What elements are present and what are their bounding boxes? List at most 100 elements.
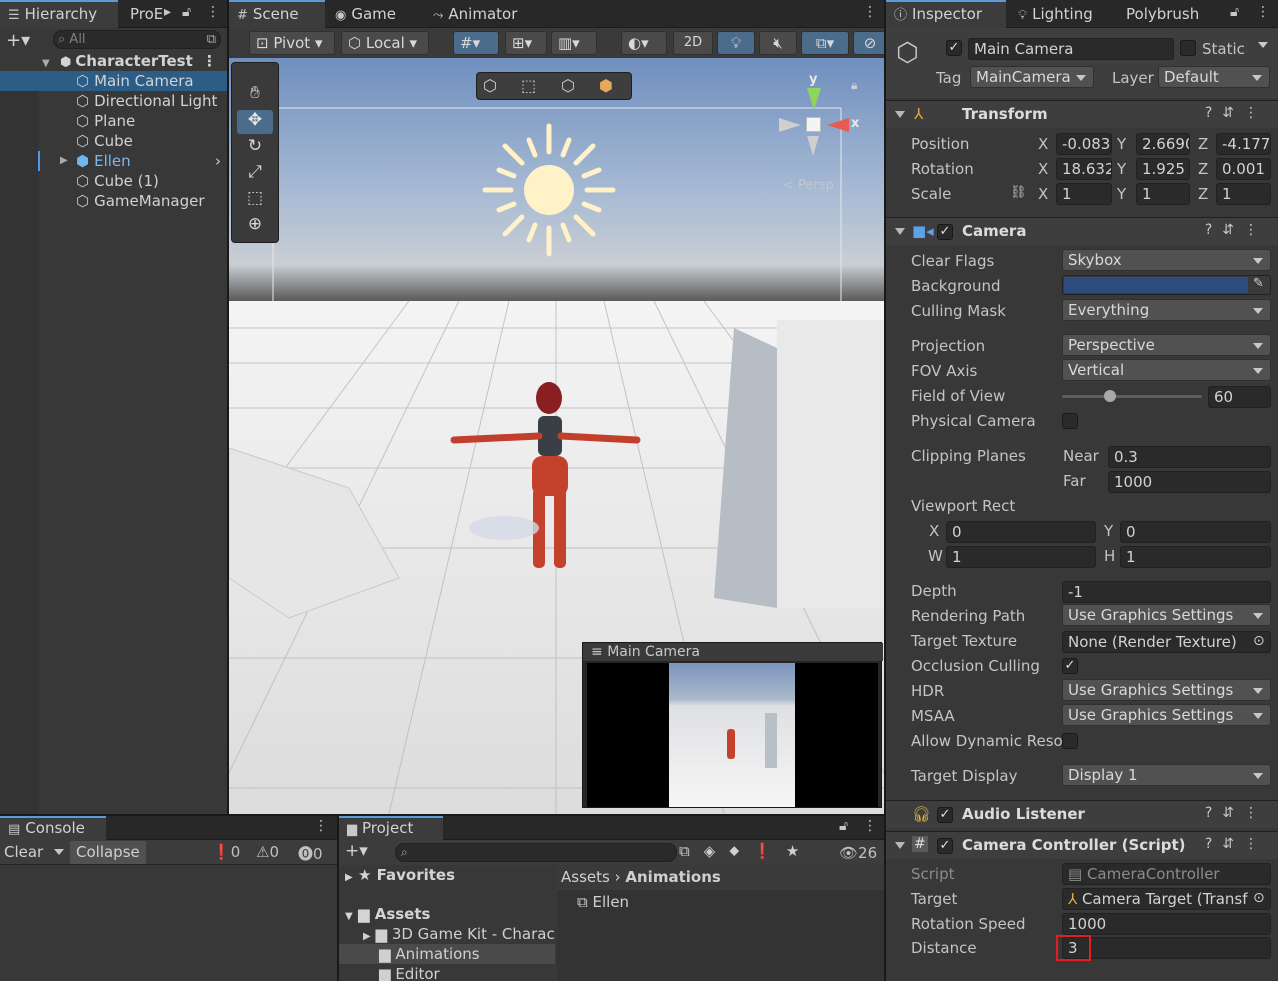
viewport-x-input[interactable]: 0 (946, 521, 1096, 543)
fold-arrow-icon[interactable] (895, 111, 905, 118)
error-count[interactable]: ⓿0 (298, 843, 323, 864)
layer-dropdown[interactable]: Default (1158, 66, 1270, 88)
rotation-speed-input[interactable]: 1000 (1062, 913, 1271, 935)
open-prefab-icon[interactable]: › (215, 151, 221, 171)
component-header-icons[interactable]: ?⇵⋮ (1205, 222, 1268, 238)
depth-input[interactable]: -1 (1062, 581, 1271, 603)
draw-mode-button[interactable]: ◐▾ (621, 31, 667, 55)
kebab-menu-icon[interactable]: ⋮ (314, 818, 328, 834)
audio-listener-checkbox[interactable]: ✓ (937, 807, 953, 823)
assets-row[interactable]: ▼ ▆ Assets (345, 905, 430, 923)
tab-console[interactable]: ▤ Console (0, 816, 106, 840)
camera-enabled-checkbox[interactable]: ✓ (937, 224, 953, 240)
target-display-dropdown[interactable]: Display 1 (1062, 764, 1271, 786)
axis-y-cone[interactable] (807, 88, 821, 110)
hierarchy-item[interactable]: ⬡ Directional Light (0, 91, 227, 111)
object-name-input[interactable]: Main Camera (968, 38, 1174, 60)
target-texture-field[interactable]: None (Render Texture) (1062, 631, 1271, 653)
dynamic-resolution-checkbox[interactable] (1062, 733, 1078, 749)
axis-neg-y-cone[interactable] (807, 136, 819, 156)
clear-flags-dropdown[interactable]: Skybox (1062, 249, 1271, 271)
scale-x-label[interactable]: X (1038, 185, 1048, 203)
effects-toggle-icon[interactable]: ⧉▾ (801, 31, 849, 55)
rotation-z-input[interactable]: 0.001 (1216, 158, 1271, 180)
gizmo-lock-icon[interactable]: 🔒︎ (851, 78, 857, 93)
rotation-y-input[interactable]: 1.925 (1136, 158, 1190, 180)
active-checkbox[interactable]: ✓ (946, 40, 962, 56)
rendering-path-dropdown[interactable]: Use Graphics Settings (1062, 604, 1271, 626)
kebab-menu-icon[interactable]: ⋮ (1256, 4, 1270, 20)
audio-listener-header[interactable]: 🎧︎ ✓ Audio Listener ?⇵⋮ (886, 800, 1278, 828)
position-z-input[interactable]: -4.177 (1216, 133, 1271, 155)
distance-input[interactable]: 3 (1062, 937, 1271, 959)
tab-lighting[interactable]: 💡︎ Lighting (1010, 0, 1101, 28)
background-color-swatch[interactable]: ✎ (1062, 275, 1271, 295)
hierarchy-item[interactable]: ⬡ Cube (0, 131, 227, 151)
tab-more-icon[interactable]: ▸ (164, 4, 171, 20)
cube-icon[interactable]: ⬡ (483, 76, 497, 95)
component-header-icons[interactable]: ?⇵⋮ (1205, 836, 1268, 852)
axis-x-cone[interactable] (827, 118, 849, 132)
hand-tool-icon[interactable]: ✋︎ (237, 83, 273, 107)
snap-settings-button[interactable]: ▥▾ (551, 31, 597, 55)
project-toolbar-icons[interactable]: ⧉◈⬥❗★ (679, 842, 813, 860)
rect-tool-icon[interactable]: ⬚ (237, 188, 273, 212)
hierarchy-item[interactable]: ⬢ Ellen ▶ › (0, 151, 227, 171)
hdr-dropdown[interactable]: Use Graphics Settings (1062, 679, 1271, 701)
static-checkbox[interactable] (1180, 40, 1196, 56)
scene-root[interactable]: ▼ ⬢ CharacterTest ⋮ (0, 51, 227, 71)
scale-tool-icon[interactable]: ⤢ (237, 162, 273, 186)
fold-arrow-icon[interactable] (895, 842, 905, 849)
transform-tool-icon[interactable]: ⊕ (237, 214, 273, 238)
constrain-proportions-icon[interactable]: ⛓︎ (1010, 185, 1027, 200)
collapse-button[interactable]: Collapse (70, 841, 146, 864)
hierarchy-item[interactable]: ⬡ Plane (0, 111, 227, 131)
position-y-label[interactable]: Y (1117, 135, 1126, 153)
audio-toggle-icon[interactable]: 🔇︎ (759, 31, 797, 55)
object-picker-icon[interactable]: ⊙ (1253, 890, 1265, 906)
bounds-icon[interactable]: ⬚ (521, 76, 536, 95)
cube-shaded-icon[interactable]: ⬢ (599, 76, 613, 95)
rotation-y-label[interactable]: Y (1117, 160, 1126, 178)
projection-dropdown[interactable]: Perspective (1062, 334, 1271, 356)
component-header-icons[interactable]: ?⇵⋮ (1205, 105, 1268, 121)
hierarchy-item[interactable]: ⬡ Main Camera (0, 71, 227, 91)
cube-outline-icon[interactable]: ⬡ (561, 76, 575, 95)
visibility-toggle-icon[interactable]: ⊘ (853, 31, 884, 55)
lock-icon[interactable]: 🔓︎ (839, 818, 848, 834)
hierarchy-add-button[interactable]: +▾ (6, 30, 30, 51)
kebab-menu-icon[interactable]: ⋮ (206, 4, 220, 20)
persp-label[interactable]: < Persp (783, 178, 834, 193)
log-count[interactable]: ❗0 (212, 843, 240, 861)
move-tool-icon[interactable]: ✥ (237, 110, 273, 134)
position-x-label[interactable]: X (1038, 135, 1048, 153)
folder-row[interactable]: ▆ Editor (379, 965, 440, 981)
rotation-x-label[interactable]: X (1038, 160, 1048, 178)
tab-hierarchy[interactable]: ☰ Hierarchy (0, 0, 118, 28)
clear-dropdown-icon[interactable] (54, 849, 64, 855)
position-y-input[interactable]: 2.6690 (1136, 133, 1190, 155)
scale-z-label[interactable]: Z (1198, 185, 1208, 203)
kebab-menu-icon[interactable]: ⋮ (863, 4, 877, 20)
search-options-icon[interactable]: ⧉ (207, 31, 216, 48)
tag-dropdown[interactable]: MainCamera (970, 66, 1094, 88)
gizmo-center[interactable] (806, 117, 821, 132)
favorites-row[interactable]: ▶ ★ Favorites (345, 866, 455, 884)
culling-mask-dropdown[interactable]: Everything (1062, 299, 1271, 321)
target-field[interactable]: ⅄ Camera Target (Transf (1062, 888, 1271, 910)
tab-game[interactable]: ◉ Game (327, 0, 404, 28)
tab-polybrush[interactable]: Polybrush (1118, 0, 1207, 28)
scale-x-input[interactable]: 1 (1056, 183, 1112, 205)
tab-inspector[interactable]: ⓘ Inspector (886, 0, 1006, 28)
position-z-label[interactable]: Z (1198, 135, 1208, 153)
eyedropper-icon[interactable]: ✎ (1253, 276, 1264, 291)
pivot-dropdown[interactable]: ⊡ Pivot ▾ (249, 31, 335, 55)
toggle-2d-button[interactable]: 2D (673, 31, 713, 55)
occlusion-culling-checkbox[interactable]: ✓ (1062, 658, 1078, 674)
static-dropdown-icon[interactable] (1258, 42, 1268, 48)
tab-project[interactable]: ▆ Project (339, 816, 443, 840)
lock-icon[interactable]: 🔓︎ (182, 4, 191, 20)
scale-y-input[interactable]: 1 (1136, 183, 1190, 205)
camera-header[interactable]: ■◂ ✓ Camera ?⇵⋮ (886, 217, 1278, 245)
viewport-w-input[interactable]: 1 (946, 546, 1096, 568)
